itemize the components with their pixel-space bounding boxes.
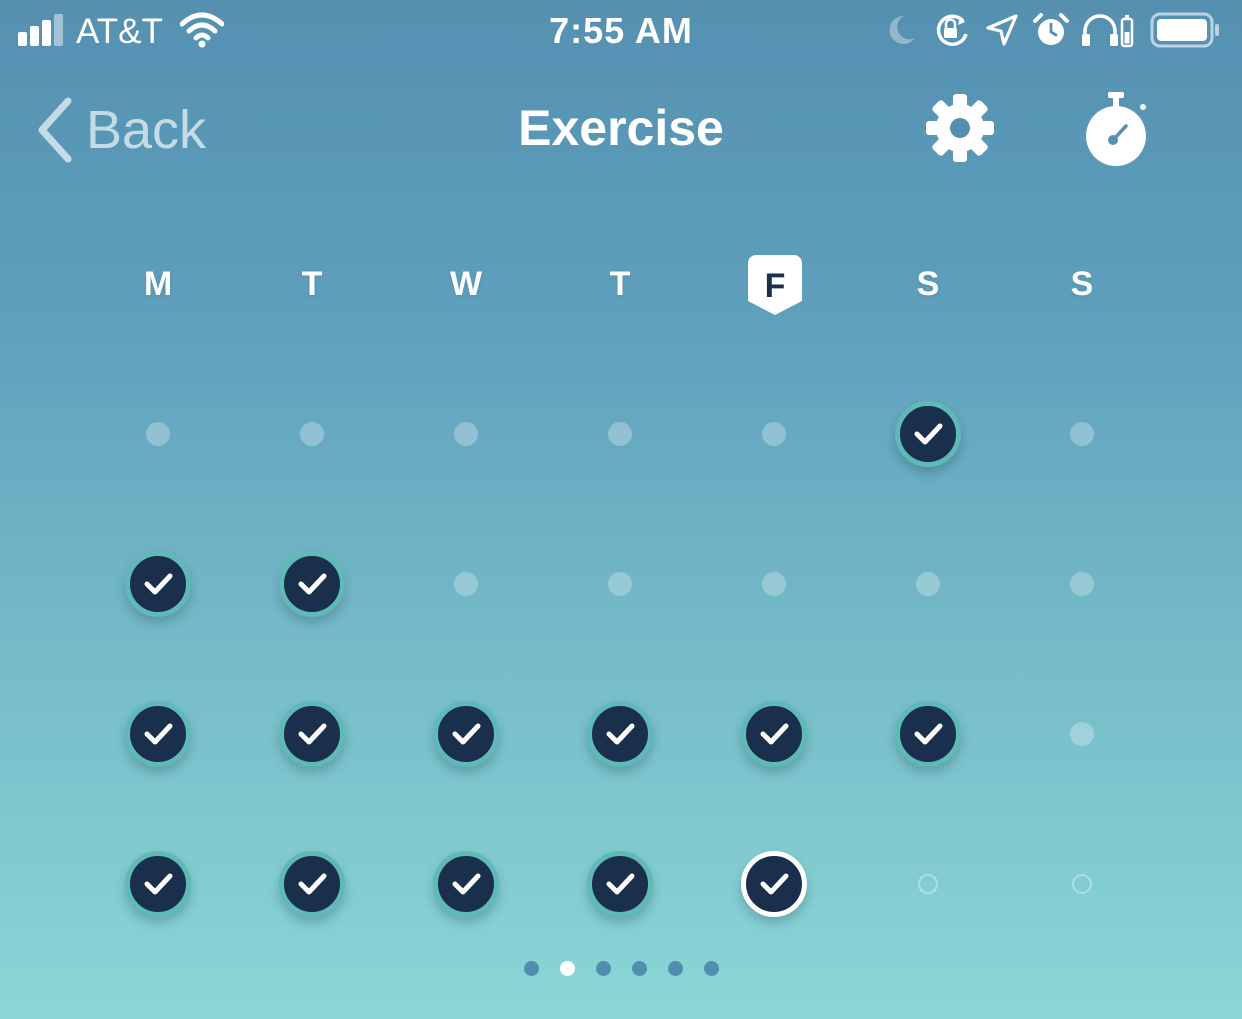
page-dot[interactable] [668,961,683,976]
completed-check-badge [125,701,191,767]
checkmark-icon [760,723,789,745]
checkmark-icon [452,723,481,745]
empty-day-dot [608,572,632,596]
day-label: M [143,265,173,303]
empty-day-dot [1070,422,1094,446]
page-dot[interactable] [704,961,719,976]
page-indicator [0,961,1242,977]
checkmark-icon [452,873,481,895]
location-arrow-icon [986,14,1018,46]
day-cell-empty[interactable] [587,401,653,467]
day-cell-future[interactable] [895,851,961,917]
day-cell-empty[interactable] [587,551,653,617]
future-day-ring [918,874,938,894]
day-cell-empty[interactable] [741,401,807,467]
checkmark-icon [914,423,943,445]
day-label-today: F [764,267,786,305]
checkmark-icon [606,723,635,745]
checkmark-icon [760,873,789,895]
completed-check-badge [587,851,653,917]
completed-check-badge [433,701,499,767]
empty-day-dot [454,572,478,596]
day-label: T [609,265,631,303]
future-day-ring [1072,874,1092,894]
empty-day-dot [762,422,786,446]
empty-day-dot [1070,572,1094,596]
empty-day-dot [916,572,940,596]
completed-check-badge [125,851,191,917]
day-label: W [449,265,483,303]
checkmark-icon [298,573,327,595]
day-cell-done[interactable] [125,851,191,917]
day-cell-done[interactable] [279,701,345,767]
rotation-lock-icon [936,14,968,47]
day-cell-done[interactable] [895,701,961,767]
checkmark-icon [144,723,173,745]
day-cell-empty[interactable] [1049,701,1115,767]
day-cell-done[interactable] [895,401,961,467]
day-cell-empty[interactable] [125,401,191,467]
empty-day-dot [300,422,324,446]
checkmark-icon [298,723,327,745]
page-dot[interactable] [524,961,539,976]
day-cell-future[interactable] [1049,851,1115,917]
day-cell-done[interactable] [433,851,499,917]
completed-check-badge [587,701,653,767]
day-cell-empty[interactable] [279,401,345,467]
day-cell-empty[interactable] [433,551,499,617]
page-dot[interactable] [632,961,647,976]
day-cell-today-done[interactable] [741,851,807,917]
empty-day-dot [146,422,170,446]
day-cell-done[interactable] [741,701,807,767]
moon-icon [889,15,915,44]
checkmark-icon [144,873,173,895]
day-cell-done[interactable] [433,701,499,767]
day-cell-done[interactable] [125,551,191,617]
completed-check-badge [741,701,807,767]
day-cell-empty[interactable] [741,551,807,617]
day-label: S [1070,265,1094,303]
stopwatch-icon[interactable] [1080,88,1152,168]
headphones-battery-icon [1082,14,1134,48]
day-label: T [301,265,323,303]
checkmark-icon [606,873,635,895]
day-cell-empty[interactable] [1049,401,1115,467]
page-dot[interactable] [596,961,611,976]
day-cell-done[interactable] [125,701,191,767]
navigation-bar: Back Exercise [0,80,1242,176]
checkmark-icon [914,723,943,745]
day-label: S [916,265,940,303]
alarm-icon [1033,13,1069,45]
empty-day-dot [454,422,478,446]
completed-check-badge [433,851,499,917]
completed-check-badge [279,851,345,917]
day-cell-empty[interactable] [895,551,961,617]
empty-day-dot [1070,722,1094,746]
day-cell-done[interactable] [587,701,653,767]
checkmark-icon [144,573,173,595]
day-cell-done[interactable] [587,851,653,917]
checkmark-icon [298,873,327,895]
completed-check-badge [895,401,961,467]
completed-check-badge [125,551,191,617]
status-bar: AT&T 7:55 AM [0,0,1242,64]
completed-check-badge [279,551,345,617]
completed-check-badge [279,701,345,767]
completed-check-badge [895,701,961,767]
day-cell-empty[interactable] [433,401,499,467]
today-check-badge [741,851,807,917]
page-title: Exercise [518,100,724,156]
empty-day-dot [608,422,632,446]
battery-icon [1150,12,1219,48]
day-cell-empty[interactable] [1049,551,1115,617]
empty-day-dot [762,572,786,596]
day-cell-done[interactable] [279,551,345,617]
day-cell-done[interactable] [279,851,345,917]
gear-icon[interactable] [924,92,996,164]
page-dot-active[interactable] [560,961,575,976]
